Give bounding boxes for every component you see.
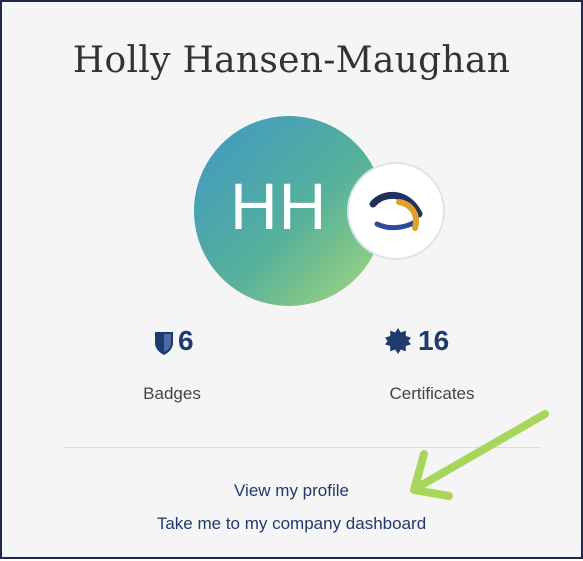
avatar-initials: HH <box>230 169 328 243</box>
badges-label: Badges <box>143 384 201 403</box>
company-dashboard-link[interactable]: Take me to my company dashboard <box>2 514 581 534</box>
certificates-label: Certificates <box>389 384 475 403</box>
view-profile-link[interactable]: View my profile <box>2 481 581 501</box>
seal-icon <box>385 328 411 359</box>
profile-name: Holly Hansen-Maughan <box>72 40 511 81</box>
company-logo-icon <box>349 164 443 258</box>
certificates-count: 16 <box>418 325 450 356</box>
shield-icon <box>154 330 174 361</box>
profile-card: Holly Hansen-Maughan HH 6 16 Badges Cert… <box>0 0 583 559</box>
badges-count: 6 <box>178 325 194 356</box>
divider <box>64 447 540 448</box>
